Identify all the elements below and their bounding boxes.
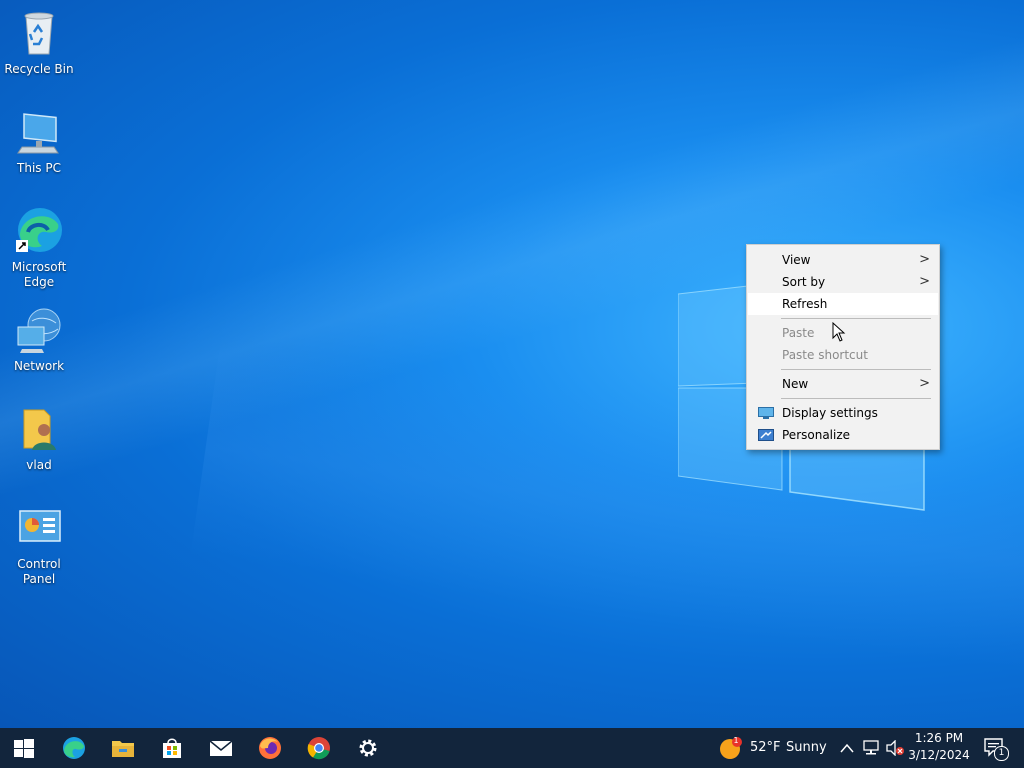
this-pc-icon: [17, 113, 59, 154]
menu-item-label: Refresh: [782, 297, 828, 311]
edge-icon: [16, 208, 62, 252]
store-icon: [163, 738, 181, 758]
desktop-icon-this-pc[interactable]: This PC: [0, 107, 78, 176]
weather-badge: 1: [733, 736, 739, 745]
firefox-icon: [259, 737, 281, 759]
edge-icon: [63, 737, 85, 759]
user-folder-icon: [23, 409, 56, 450]
taskbar: 1 52°F Sunny 1:26 PM 3/12/2024 1: [0, 728, 1024, 768]
volume-muted-icon[interactable]: [886, 740, 904, 756]
desktop-icon-label: Control Panel: [17, 557, 61, 586]
network-status-icon[interactable]: [862, 740, 880, 756]
weather-widget[interactable]: 1 52°F Sunny: [716, 728, 832, 768]
taskbar-clock[interactable]: 1:26 PM 3/12/2024: [906, 730, 972, 764]
desktop-icon-label: This PC: [17, 161, 61, 175]
menu-item-new[interactable]: New >: [748, 373, 938, 395]
taskbar-app-settings[interactable]: [344, 728, 392, 768]
chevron-right-icon: >: [919, 252, 930, 267]
clock-time: 1:26 PM: [914, 731, 964, 745]
chevron-up-icon[interactable]: [840, 743, 854, 753]
menu-item-label: New: [782, 377, 809, 391]
desktop-icon-label: Microsoft Edge: [11, 260, 67, 289]
recycle-bin-icon: [24, 12, 54, 55]
weather-condition: Sunny: [786, 740, 827, 755]
mouse-cursor-icon: [832, 322, 846, 342]
taskbar-app-firefox[interactable]: [246, 728, 294, 768]
mail-icon: [209, 740, 233, 756]
chrome-icon: [307, 737, 330, 760]
notification-center-button[interactable]: 1: [980, 728, 1020, 768]
start-button[interactable]: [0, 728, 48, 768]
menu-item-label: Paste: [782, 326, 815, 340]
desktop-icon-user-folder[interactable]: vlad: [0, 404, 78, 473]
start-icon: [14, 739, 34, 758]
control-panel-icon: [19, 510, 61, 542]
taskbar-app-mail[interactable]: [197, 728, 245, 768]
sun-icon: [720, 737, 742, 759]
desktop-icon-label: Recycle Bin: [4, 62, 74, 76]
clock-date: 3/12/2024: [908, 748, 970, 762]
taskbar-app-store[interactable]: [148, 728, 196, 768]
menu-separator: [781, 369, 931, 370]
personalize-icon: [758, 429, 774, 441]
menu-item-label: View: [782, 253, 811, 267]
file-explorer-icon: [112, 741, 134, 757]
menu-item-personalize[interactable]: Personalize: [748, 424, 938, 446]
taskbar-app-chrome[interactable]: [295, 728, 343, 768]
desktop-context-menu: View > Sort by > Refresh Paste Paste sho…: [746, 244, 940, 450]
taskbar-app-file-explorer[interactable]: [99, 728, 147, 768]
menu-item-label: Sort by: [782, 275, 826, 289]
menu-item-sort-by[interactable]: Sort by >: [748, 271, 938, 293]
menu-item-label: Paste shortcut: [782, 348, 868, 362]
desktop[interactable]: Recycle Bin This PC Microsoft Edge Netwo…: [0, 0, 1024, 728]
chevron-right-icon: >: [919, 376, 930, 391]
menu-item-refresh[interactable]: Refresh: [748, 293, 938, 315]
weather-temp: 52°F: [750, 740, 781, 755]
desktop-icon-network[interactable]: Network: [0, 305, 78, 374]
desktop-icon-label: Network: [13, 359, 65, 373]
taskbar-app-edge[interactable]: [50, 728, 98, 768]
display-settings-icon: [758, 407, 774, 419]
menu-separator: [781, 398, 931, 399]
desktop-icon-label: vlad: [26, 458, 52, 472]
desktop-icon-control-panel[interactable]: Control Panel: [0, 503, 78, 587]
notification-count-badge: 1: [994, 746, 1009, 761]
menu-item-label: Display settings: [782, 406, 878, 420]
menu-item-label: Personalize: [782, 428, 851, 442]
menu-item-view[interactable]: View >: [748, 249, 938, 271]
menu-item-paste-shortcut: Paste shortcut: [748, 344, 938, 366]
menu-item-display-settings[interactable]: Display settings: [748, 402, 938, 424]
network-icon: [17, 308, 61, 353]
settings-icon: [359, 739, 377, 757]
chevron-right-icon: >: [919, 274, 930, 289]
menu-separator: [781, 318, 931, 319]
desktop-icon-edge[interactable]: Microsoft Edge: [0, 206, 78, 290]
desktop-icon-recycle-bin[interactable]: Recycle Bin: [0, 8, 78, 77]
